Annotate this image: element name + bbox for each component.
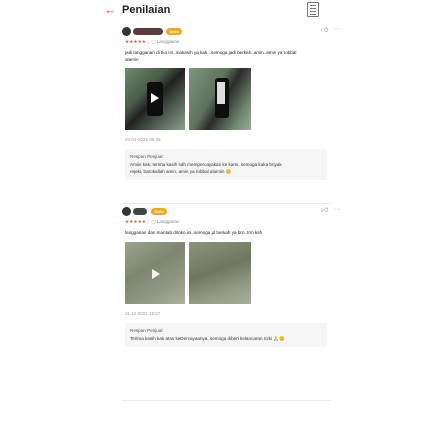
review-text: langganan dan mantab ditoko ini..semoga … xyxy=(125,230,263,235)
review-media xyxy=(122,68,332,132)
seller-reply: Respon Penjual: Terima kasih kak atas ke… xyxy=(125,322,327,348)
variant-label: Langganan xyxy=(156,39,180,44)
back-arrow-icon[interactable]: ← xyxy=(104,3,117,17)
rating-row: ★★★★★ | ▢ Langganan xyxy=(125,219,180,224)
rating-row: ★★★★★ | ▢ Langganan xyxy=(125,39,180,44)
gold-badge: Gold xyxy=(166,28,182,35)
play-icon[interactable] xyxy=(151,93,159,104)
page-title: Penilaian xyxy=(122,4,171,16)
reply-text: Terima kasih kak atas keDercayaanya, sem… xyxy=(130,335,285,341)
reply-title: Respon Penjual: xyxy=(130,327,164,333)
review-photo-thumbnail[interactable] xyxy=(189,68,251,131)
reply-text: Amiin kak, terima kasih sdh mempercayaka… xyxy=(130,162,282,174)
more-options-icon[interactable]: ··· xyxy=(334,26,341,34)
review-photo-thumbnail[interactable] xyxy=(189,241,251,304)
review-item: Gold 👍︎ ··· ★★★★★ | ▢ Langganan langganan … xyxy=(122,206,341,348)
seller-reply: Respon Penjual: Amiin kak, terima kasih … xyxy=(125,149,327,181)
app-header: ← Penilaian xyxy=(0,0,430,22)
divider xyxy=(122,400,332,401)
star-rating: ★★★★★ xyxy=(125,39,147,44)
variant-label: Langganan xyxy=(156,219,180,224)
more-options-icon[interactable]: ··· xyxy=(334,206,341,214)
thumbs-up-icon[interactable]: 👍︎ xyxy=(321,27,328,35)
play-icon[interactable] xyxy=(152,268,160,279)
reply-title: Respon Penjual: xyxy=(130,154,164,160)
reviewer-row: Gold 👍︎ ··· xyxy=(122,206,341,218)
thumbs-up-icon[interactable]: 👍︎ xyxy=(321,207,328,215)
review-video-thumbnail[interactable] xyxy=(125,68,185,131)
tag-icon: ▢ xyxy=(151,219,156,224)
reviewer-name-blurred xyxy=(133,28,163,35)
reviewer-row: Gold 👍︎ ··· xyxy=(122,26,341,38)
review-item: Gold 👍︎ ··· ★★★★★ | ▢ Langganan jadi langg… xyxy=(122,26,341,181)
review-date: 03-01-2022 09:39 xyxy=(125,137,161,143)
tag-icon: ▢ xyxy=(151,39,156,44)
review-date: 11-12-2021 19:27 xyxy=(125,310,161,316)
review-video-thumbnail[interactable] xyxy=(125,241,185,304)
review-media xyxy=(122,241,332,306)
gold-badge: Gold xyxy=(151,208,167,215)
document-icon[interactable] xyxy=(307,2,319,17)
star-rating: ★★★★★ xyxy=(125,219,147,224)
review-text: jadi langganan di tko ini..makasih ya ka… xyxy=(125,50,297,62)
avatar[interactable] xyxy=(122,27,131,36)
reviewer-name-blurred xyxy=(133,208,147,215)
divider xyxy=(122,203,332,204)
avatar[interactable] xyxy=(122,207,131,216)
